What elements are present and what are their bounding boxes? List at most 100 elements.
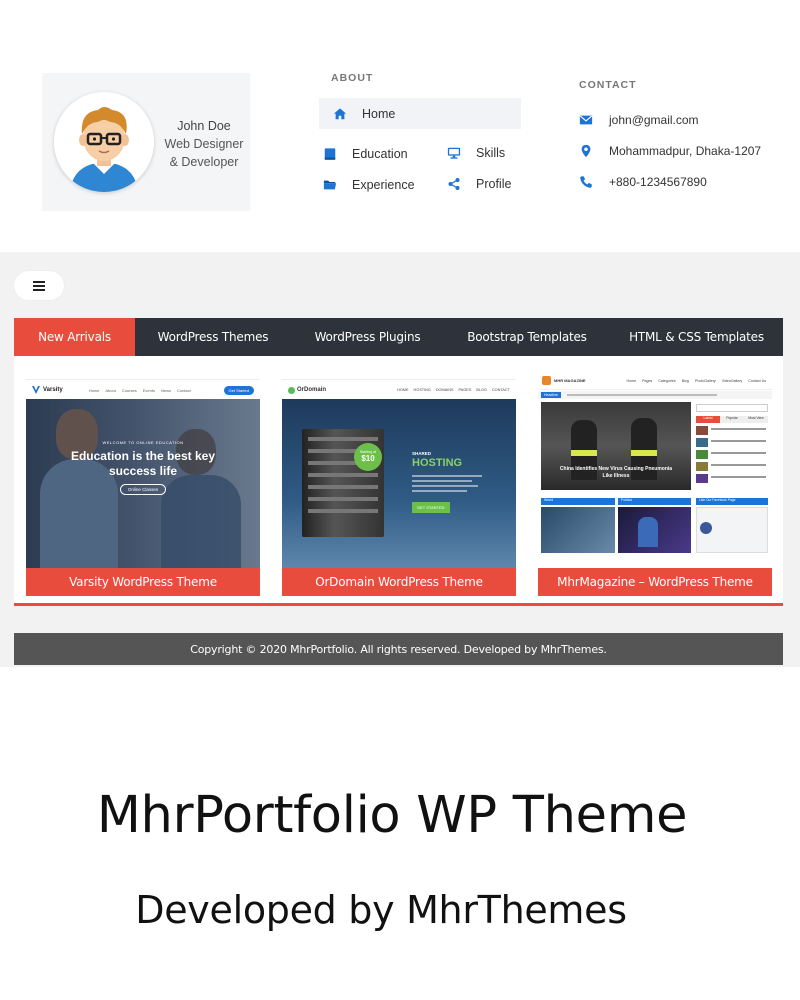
tab-wordpress-plugins[interactable]: WordPress Plugins (291, 318, 444, 356)
mhrmagazine-headline-2: Like Illness (602, 473, 630, 479)
product-caption-ordomain[interactable]: OrDomain WordPress Theme (282, 568, 516, 596)
mhrmagazine-headline-1: China Identifies New Virus Causing Pneum… (559, 466, 673, 472)
home-icon (333, 107, 347, 121)
ordomain-nav-item: BLOG (476, 388, 487, 392)
product-preview-ordomain[interactable]: OrDomain HOME HOSTING DOMAINS PAGES BLOG… (282, 372, 516, 568)
profile-role-line2: & Developer (169, 155, 239, 169)
nav-item-home-label: Home (362, 106, 396, 121)
varsity-hero-button: Online Classes (119, 484, 167, 495)
mhrmagazine-logo-icon (542, 376, 551, 385)
product-grid: Varsity Home About Courses Events News C… (14, 356, 783, 606)
profile-text: John Doe Web Designer & Developer (160, 117, 248, 171)
profile-name: John Doe (177, 119, 231, 133)
ordomain-nav-item: DOMAINS (435, 388, 454, 392)
varsity-nav-item: Contact (176, 387, 191, 393)
avatar-illustration-icon (54, 92, 154, 192)
envelope-icon (579, 113, 593, 127)
varsity-nav-item: Courses (121, 387, 137, 393)
ordomain-nav-item: CONTACT (491, 388, 510, 392)
ordomain-logo-icon (288, 386, 295, 394)
contact-phone-text: +880-1234567890 (609, 175, 707, 189)
contact-phone[interactable]: +880-1234567890 (579, 175, 707, 189)
tab-html-css-templates[interactable]: HTML & CSS Templates (610, 318, 783, 356)
profile-role-line1: Web Designer (164, 137, 244, 151)
map-pin-icon (579, 144, 593, 158)
mhrmagazine-section-world: World (541, 498, 615, 505)
nav-item-education-label: Education (352, 147, 408, 161)
monitor-icon (447, 146, 461, 160)
ordomain-label-small: SHARED (412, 451, 432, 456)
product-caption-varsity[interactable]: Varsity WordPress Theme (26, 568, 260, 596)
mhrmagazine-brand: MHR MAGAZINE (554, 378, 586, 383)
tab-bootstrap-templates[interactable]: Bootstrap Templates (444, 318, 610, 356)
contact-address: Mohammadpur, Dhaka-1207 (579, 144, 761, 158)
profile-card: John Doe Web Designer & Developer (42, 73, 250, 211)
tab-wordpress-themes[interactable]: WordPress Themes (135, 318, 291, 356)
varsity-logo-icon (32, 386, 40, 394)
tab-new-arrivals[interactable]: New Arrivals (14, 318, 135, 356)
varsity-headline-1: Education is the best key (70, 449, 216, 463)
ordomain-brand: OrDomain (297, 387, 327, 393)
page-root: John Doe Web Designer & Developer ABOUT … (0, 0, 800, 1000)
ordomain-hero-button: GET STARTED (412, 502, 450, 513)
product-preview-mhrmagazine[interactable]: MHR MAGAZINE Home Pages Categories Blog … (538, 372, 772, 568)
mhrmagazine-ticker-label: Headline (541, 392, 561, 398)
nav-item-experience[interactable]: Experience (323, 178, 415, 192)
folder-icon (323, 178, 337, 192)
mhrmagazine-nav-item: Pages (642, 378, 653, 383)
varsity-brand: Varsity (43, 387, 63, 393)
mhrmagazine-nav-item: Blog (681, 378, 689, 383)
nav-item-profile[interactable]: Profile (447, 177, 511, 191)
ordomain-nav-item: HOSTING (413, 388, 431, 392)
promo-title: MhrPortfolio WP Theme (96, 786, 688, 845)
mhrmagazine-nav-item: Contact Us (748, 378, 766, 383)
mhrmagazine-tab-popular: Popular (720, 416, 744, 423)
about-heading: ABOUT (331, 72, 374, 84)
footer-copyright: Copyright © 2020 MhrPortfolio. All right… (14, 633, 783, 665)
mhrmagazine-nav-item: Home (626, 378, 637, 383)
mhrmagazine-nav-item: Categories (658, 378, 676, 383)
nav-item-skills[interactable]: Skills (447, 146, 505, 160)
nav-item-home[interactable]: Home (319, 98, 521, 129)
mhrmagazine-tab-latest: Latest (696, 416, 720, 423)
varsity-nav-item: Home (88, 387, 100, 393)
mhrmagazine-nav-item: PhotoGallery (694, 378, 716, 383)
ordomain-label-big: HOSTING (412, 457, 463, 469)
varsity-headline-2: success life (108, 464, 178, 478)
mhrmagazine-nav-item: VideoGallery (721, 378, 743, 383)
product-caption-mhrmagazine[interactable]: MhrMagazine – WordPress Theme (538, 568, 772, 596)
category-tabs: New Arrivals WordPress Themes WordPress … (14, 318, 783, 356)
varsity-cta: Get Started (223, 385, 254, 395)
product-preview-varsity[interactable]: Varsity Home About Courses Events News C… (26, 372, 260, 568)
avatar (54, 92, 154, 192)
contact-email-text: john@gmail.com (609, 113, 699, 127)
nav-item-profile-label: Profile (476, 177, 512, 191)
nav-item-skills-label: Skills (476, 146, 506, 160)
product-card-ordomain[interactable]: OrDomain HOME HOSTING DOMAINS PAGES BLOG… (282, 372, 516, 596)
hamburger-icon (33, 280, 45, 291)
mhrmagazine-tab-most-view: Most View (744, 416, 768, 423)
contact-email[interactable]: john@gmail.com (579, 113, 699, 127)
product-card-varsity[interactable]: Varsity Home About Courses Events News C… (26, 372, 260, 596)
menu-toggle-button[interactable] (14, 271, 64, 300)
product-card-mhrmagazine[interactable]: MHR MAGAZINE Home Pages Categories Blog … (538, 372, 772, 596)
mhrmagazine-section-politics: Politics (618, 498, 691, 505)
varsity-nav-item: Events (142, 387, 155, 393)
ordomain-badge-price: $10 (361, 454, 375, 463)
nav-item-education[interactable]: Education (323, 147, 408, 161)
varsity-nav-item: News (160, 387, 171, 393)
share-icon (447, 177, 461, 191)
mhrmagazine-section-facebook: Like Our Facebook Page (696, 498, 768, 505)
phone-icon (579, 175, 593, 189)
contact-heading: CONTACT (579, 79, 637, 91)
content-panel: New Arrivals WordPress Themes WordPress … (0, 252, 800, 667)
varsity-nav-item: About (105, 387, 116, 393)
ordomain-price-badge: Starting at $10 (354, 443, 382, 471)
ordomain-nav-item: HOME (397, 388, 409, 392)
ordomain-nav-item: PAGES (458, 388, 472, 392)
nav-item-experience-label: Experience (352, 178, 415, 192)
varsity-eyebrow: WELCOME TO ONLINE EDUCATION (102, 440, 184, 445)
promo-subtitle: Developed by MhrThemes (135, 888, 627, 932)
contact-address-text: Mohammadpur, Dhaka-1207 (609, 144, 762, 158)
book-icon (323, 147, 337, 161)
